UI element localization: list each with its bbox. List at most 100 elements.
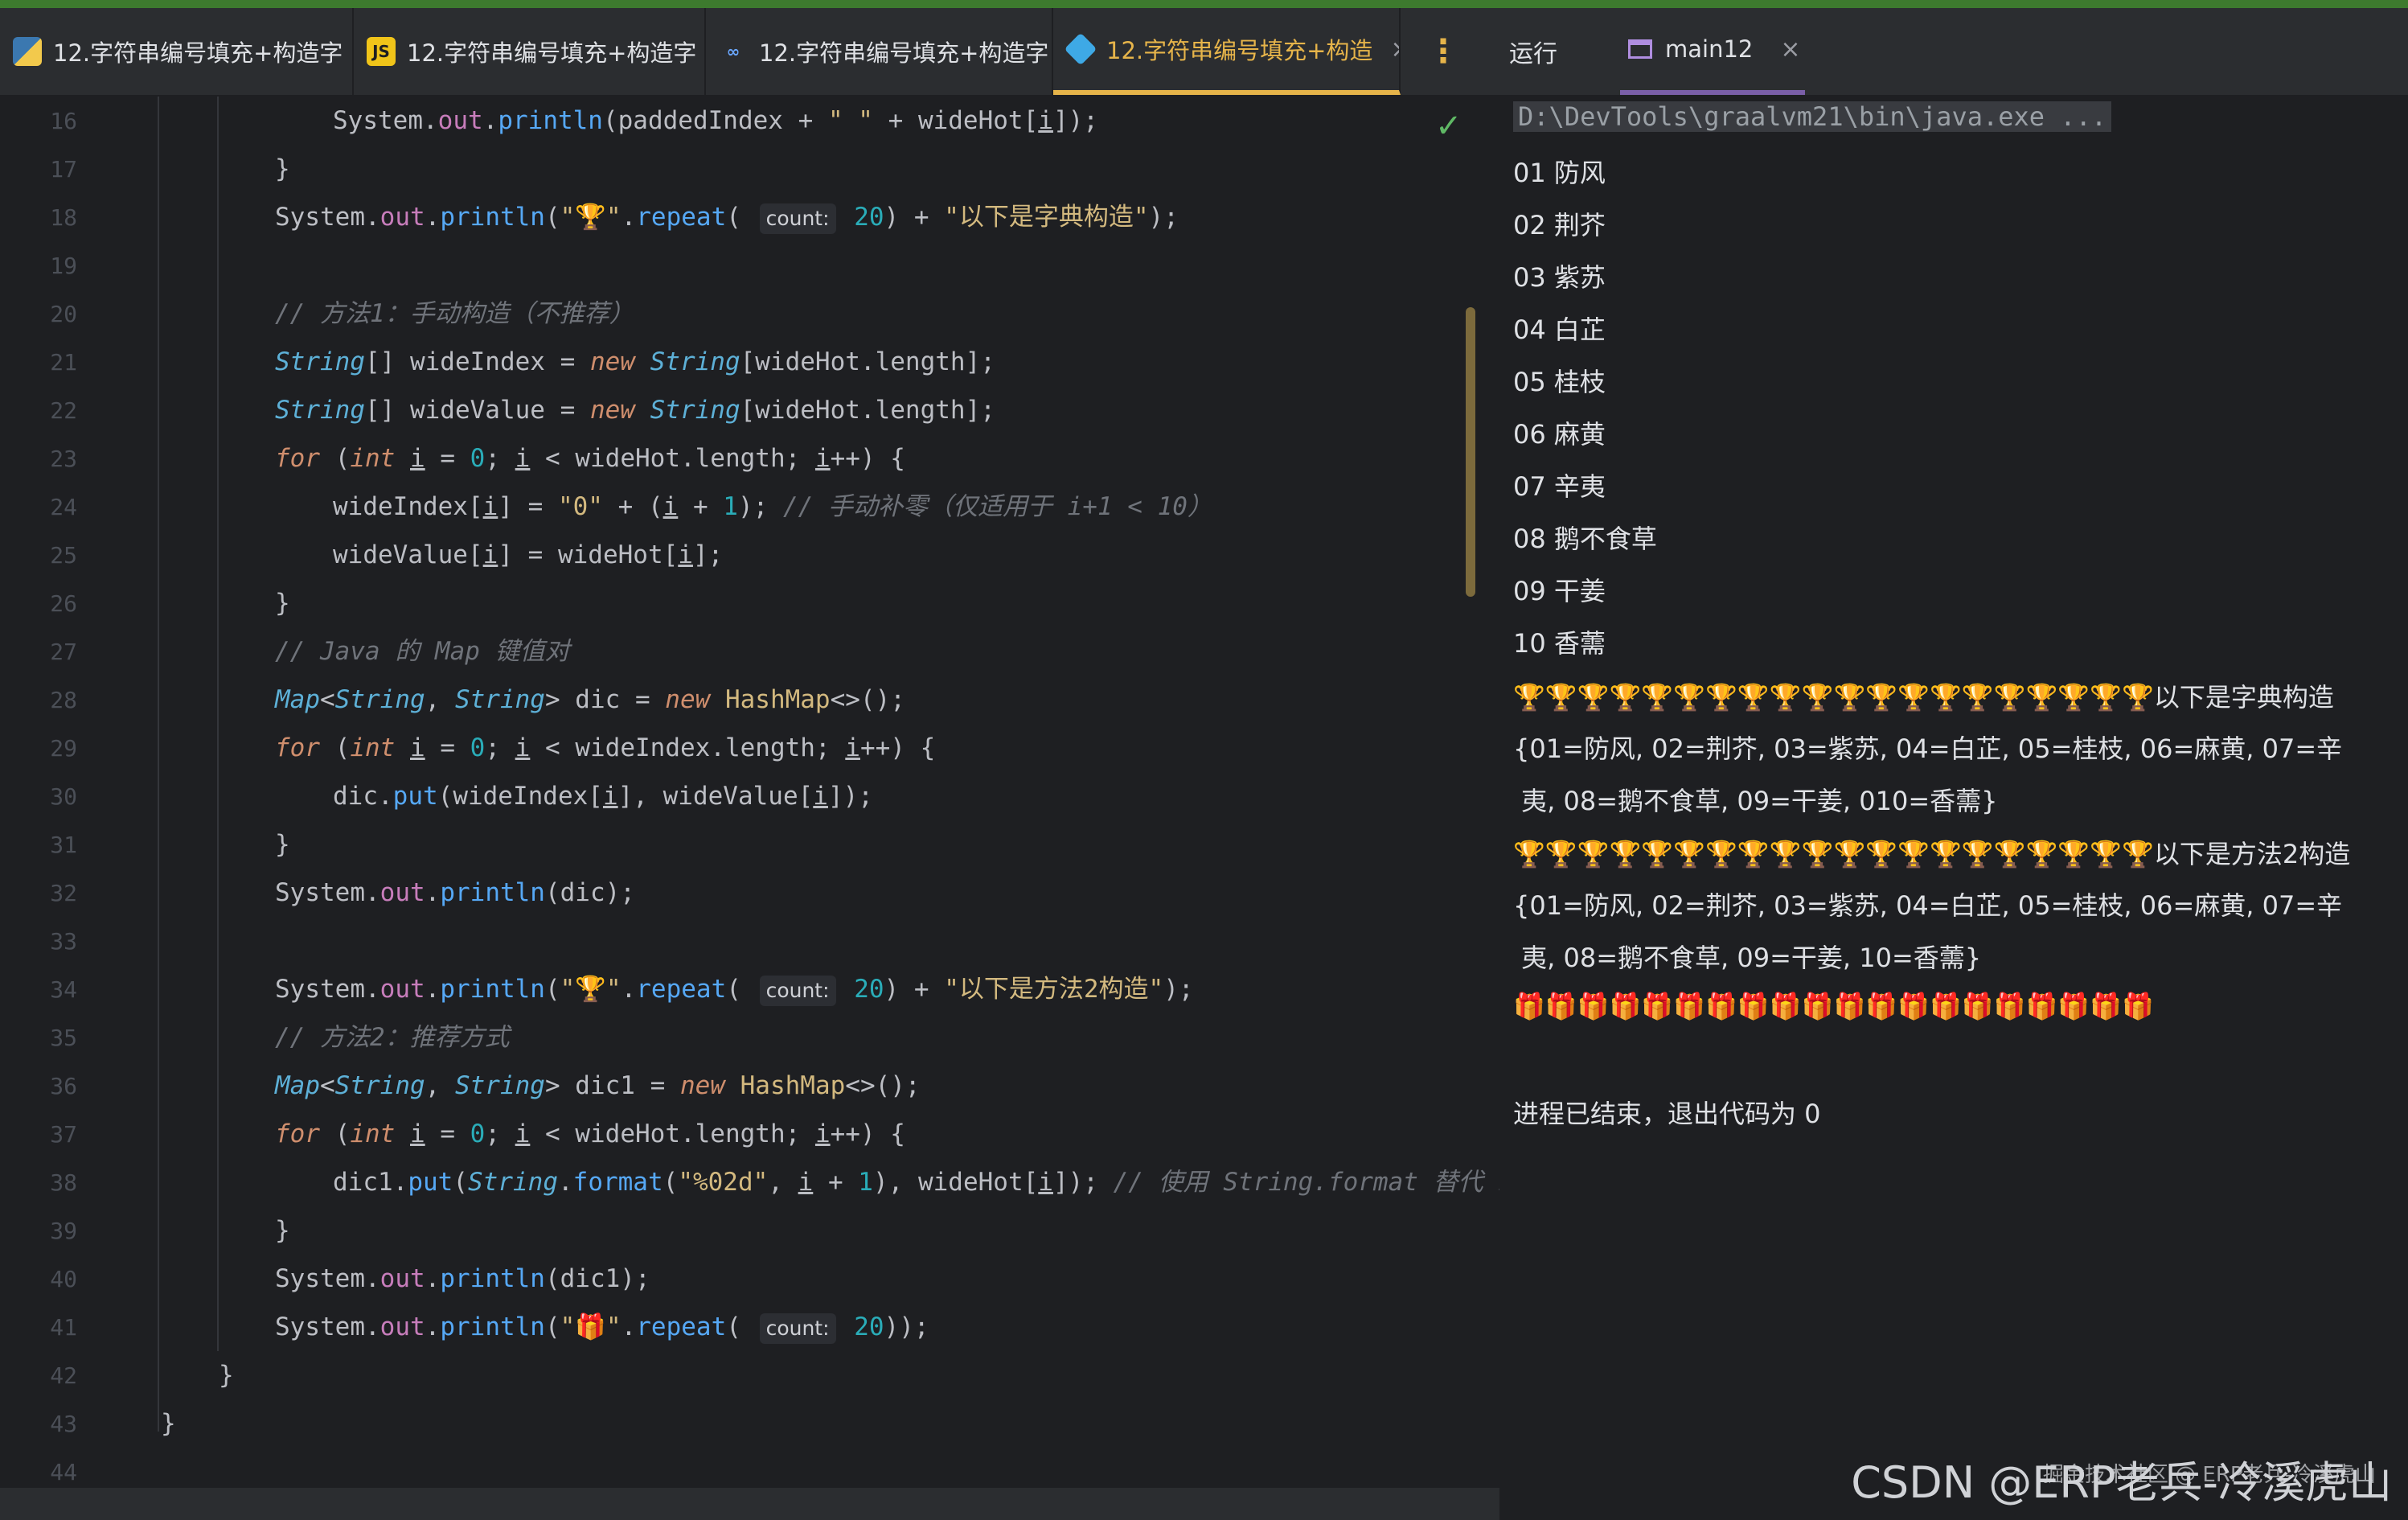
tab-label: 12.字符串编号填充+构造字 [407, 39, 697, 67]
code-line-39[interactable]: } [275, 1206, 290, 1255]
code-line-29[interactable]: for (int i = 0; i < wideIndex.length; i+… [275, 724, 935, 772]
line-number-gutter: 16 17 18 19 20 21 22 23 24 25 26 27 28 29 30 31 32 33 34 35… [0, 97, 96, 1488]
code-line-23[interactable]: for (int i = 0; i < wideHot.length; i++)… [275, 434, 905, 483]
code-line-36[interactable]: Map<String, String> dic1 = new HashMap<>… [275, 1062, 921, 1110]
tab-label: 12.字符串编号填充+构造字 [53, 39, 343, 67]
line-number: 23 [50, 446, 77, 472]
more-menu-icon[interactable]: ⋮ [1427, 8, 1459, 95]
line-number: 16 [50, 108, 77, 134]
console-exit-message: 进程已结束，退出代码为 0 [1513, 1099, 1821, 1129]
line-number: 18 [50, 204, 77, 231]
console-item-line: 08 鹅不食草 [1513, 524, 1657, 554]
line-number: 39 [50, 1218, 77, 1244]
code-line-30[interactable]: dic.put(wideIndex[i], wideValue[i]); [333, 772, 873, 820]
code-line-16[interactable]: System.out.println(paddedIndex + " " + w… [333, 97, 1098, 145]
line-number: 29 [50, 735, 77, 762]
link-icon: ∞ [726, 42, 740, 61]
line-number: 28 [50, 687, 77, 713]
close-icon[interactable]: × [1780, 35, 1800, 64]
code-line-42[interactable]: } [219, 1351, 234, 1399]
tab-file-go[interactable]: ∞ 12.字符串编号填充+构造字 [706, 8, 1053, 95]
console-item-line: 04 白芷 [1513, 314, 1606, 345]
line-number: 21 [50, 349, 77, 376]
code-editor[interactable]: 16 17 18 19 20 21 22 23 24 25 26 27 28 29 30 31 32 33 34 35… [0, 97, 1528, 1506]
inspection-ok-icon: ✓ [1435, 108, 1462, 145]
watermark: CSDN @ERP老兵-冷溪虎山 [1851, 1457, 2392, 1508]
line-number: 37 [50, 1121, 77, 1148]
console-dict-line: {01=防风, 02=荆芥, 03=紫苏, 04=白芷, 05=桂枝, 06=麻… [1513, 733, 2343, 764]
console-dict-line: {01=防风, 02=荆芥, 03=紫苏, 04=白芷, 05=桂枝, 06=麻… [1513, 890, 2343, 921]
line-number: 20 [50, 301, 77, 327]
line-number: 22 [50, 397, 77, 424]
code-line-20[interactable]: // 方法1：手动构造（不推荐） [275, 290, 634, 338]
run-tab-label: main12 [1665, 35, 1754, 63]
console-item-line: 05 桂枝 [1513, 367, 1606, 397]
code-line-31[interactable]: } [275, 820, 290, 869]
top-accent-bar [0, 0, 2408, 8]
code-line-41[interactable]: System.out.println("🎁".repeat( count: 20… [275, 1303, 929, 1351]
code-line-24[interactable]: wideIndex[i] = "0" + (i + 1); // 手动补零（仅适… [333, 483, 1212, 531]
code-line-27[interactable]: // Java 的 Map 键值对 [275, 627, 570, 676]
console-item-line: 06 麻黄 [1513, 419, 1606, 450]
line-number: 38 [50, 1169, 77, 1196]
tab-file-javascript[interactable]: JS 12.字符串编号填充+构造字 [354, 8, 706, 95]
python-icon [13, 37, 42, 66]
code-line-32[interactable]: System.out.println(dic); [275, 869, 635, 917]
line-number: 30 [50, 783, 77, 810]
console-item-line: 07 辛夷 [1513, 471, 1606, 502]
tab-label: 12.字符串编号填充+构造字 [759, 39, 1049, 67]
code-line-28[interactable]: Map<String, String> dic = new HashMap<>(… [275, 676, 905, 724]
run-tab-main12[interactable]: main12 × [1620, 8, 1805, 95]
indent-guide [217, 97, 219, 1351]
line-number: 34 [50, 976, 77, 1003]
code-line-34[interactable]: System.out.println("🏆".repeat( count: 20… [275, 965, 1194, 1013]
console-item-line: 09 干姜 [1513, 576, 1606, 606]
java-command: D:\DevTools\graalvm21\bin\java.exe ... [1513, 101, 2112, 132]
console-dict-line: 夷, 08=鹅不食草, 09=干姜, 10=香薷} [1513, 943, 1982, 973]
line-number: 19 [50, 253, 77, 279]
code-line-37[interactable]: for (int i = 0; i < wideHot.length; i++)… [275, 1110, 905, 1158]
indent-guide [158, 97, 159, 1432]
run-panel-header: 运行 main12 × [1499, 8, 2408, 97]
line-number: 41 [50, 1314, 77, 1341]
code-line-18[interactable]: System.out.println("🏆".repeat( count: 20… [275, 193, 1179, 241]
tab-file-java-active[interactable]: 12.字符串编号填充+构造 × [1053, 8, 1401, 95]
close-icon[interactable]: × [1390, 35, 1399, 64]
line-number: 36 [50, 1073, 77, 1099]
line-number: 31 [50, 832, 77, 858]
code-line-25[interactable]: wideValue[i] = wideHot[i]; [333, 531, 723, 579]
code-line-40[interactable]: System.out.println(dic1); [275, 1255, 650, 1303]
editor-tab-bar: 12.字符串编号填充+构造字 JS 12.字符串编号填充+构造字 ∞ 12.字符… [0, 8, 1499, 97]
line-number: 33 [50, 928, 77, 955]
vertical-scrollbar[interactable] [1466, 307, 1475, 597]
console-gift-line: 🎁🎁🎁🎁🎁🎁🎁🎁🎁🎁🎁🎁🎁🎁🎁🎁🎁🎁🎁🎁 [1513, 991, 2154, 1021]
editor-bottom-bar [0, 1488, 1499, 1520]
code-line-17[interactable]: } [275, 145, 290, 193]
code-line-22[interactable]: String[] wideValue = new String[wideHot.… [275, 386, 995, 434]
console-item-line: 03 紫苏 [1513, 262, 1606, 293]
console-dict-line: 夷, 08=鹅不食草, 09=干姜, 010=香薷} [1513, 786, 1998, 816]
line-number: 42 [50, 1362, 77, 1389]
line-number: 24 [50, 494, 77, 520]
console-trophy-line: 🏆🏆🏆🏆🏆🏆🏆🏆🏆🏆🏆🏆🏆🏆🏆🏆🏆🏆🏆🏆以下是字典构造 [1513, 682, 2334, 713]
console-item-line: 10 香薷 [1513, 628, 1606, 659]
line-number: 27 [50, 639, 77, 665]
line-number: 25 [50, 542, 77, 569]
code-line-43[interactable]: } [161, 1399, 176, 1448]
tab-file-python[interactable]: 12.字符串编号填充+构造字 [0, 8, 354, 95]
line-number: 26 [50, 590, 77, 617]
code-line-35[interactable]: // 方法2：推荐方式 [275, 1013, 510, 1062]
code-line-26[interactable]: } [275, 579, 290, 627]
line-number: 40 [50, 1266, 77, 1292]
cube-icon [1064, 32, 1097, 66]
run-panel-title: 运行 [1509, 40, 1557, 68]
code-line-21[interactable]: String[] wideIndex = new String[wideHot.… [275, 338, 995, 386]
line-number: 35 [50, 1025, 77, 1051]
line-number: 44 [50, 1459, 77, 1485]
console-command-line: D:\DevTools\graalvm21\bin\java.exe ... [1513, 101, 2112, 132]
run-console-output[interactable]: D:\DevTools\graalvm21\bin\java.exe ... 0… [1499, 97, 2408, 1520]
code-line-38[interactable]: dic1.put(String.format("%02d", i + 1), w… [333, 1158, 1528, 1206]
window-icon [1628, 39, 1652, 59]
console-trophy-line: 🏆🏆🏆🏆🏆🏆🏆🏆🏆🏆🏆🏆🏆🏆🏆🏆🏆🏆🏆🏆以下是方法2构造 [1513, 839, 2351, 869]
console-item-line: 01 防风 [1513, 158, 1606, 188]
